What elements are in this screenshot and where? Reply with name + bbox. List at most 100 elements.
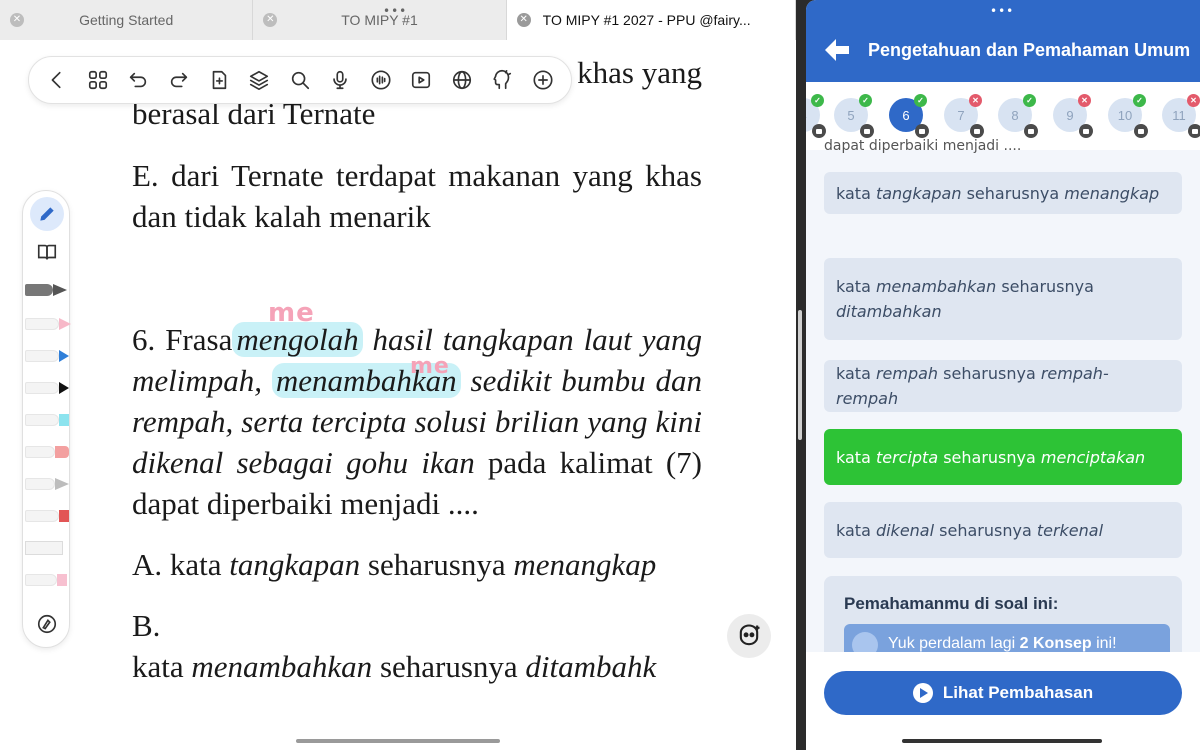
wrong-icon: ✕ [1187, 94, 1200, 107]
handwriting-annotation: me [410, 354, 450, 379]
option-text: seharusnya [938, 364, 1041, 383]
answer-option-a: A. kata tangkapan seharusnya menangkap [132, 544, 702, 585]
black-pen-tool[interactable] [23, 373, 71, 403]
microphone-icon[interactable] [327, 67, 353, 93]
option-text: seharusnya [996, 277, 1094, 296]
redo-icon[interactable] [166, 67, 192, 93]
question-number-button[interactable]: 5 ✓ [834, 94, 874, 138]
home-indicator[interactable] [296, 739, 500, 743]
answer-option[interactable]: kata dikenal seharusnya terkenal [824, 502, 1182, 558]
fountain-pen-tool[interactable] [23, 275, 71, 305]
handwriting-annotation: me [268, 298, 315, 328]
lock-icon [812, 124, 826, 138]
option-word: dikenal [875, 520, 935, 540]
tab-getting-started[interactable]: ✕ Getting Started [0, 0, 254, 40]
video-play-icon[interactable] [408, 67, 434, 93]
option-text: kata [836, 364, 876, 383]
question-number-button[interactable]: 8 ✓ [998, 94, 1038, 138]
quiz-header: ••• Pengetahuan dan Pemahaman Umum [806, 0, 1200, 82]
close-icon[interactable]: ✕ [516, 13, 531, 27]
answer-option[interactable]: kata rempah seharusnya rempah-rempah [824, 360, 1182, 412]
concept-text-part: Yuk perdalam lagi [888, 635, 1020, 652]
question-number: 7 [957, 107, 965, 123]
pen-toolbar [22, 190, 71, 648]
quiz-title: Pengetahuan dan Pemahaman Umum [868, 40, 1191, 60]
pdf-reader-pane: ✕ Getting Started ✕ TO MIPY #1 ✕ TO MIPY… [0, 0, 796, 750]
option-text: kata [836, 447, 876, 467]
pen-settings-icon[interactable] [23, 609, 71, 639]
question-number-button[interactable]: 4✓ [806, 94, 826, 138]
question-number-button[interactable]: 10 ✓ [1108, 94, 1148, 138]
view-explanation-button[interactable]: Lihat Pembahasan [824, 671, 1182, 715]
blue-pen-tool[interactable] [23, 341, 71, 371]
undo-icon[interactable] [125, 67, 151, 93]
tab-to-mipy[interactable]: ✕ TO MIPY #1 [253, 0, 507, 40]
pink-marker-tool[interactable] [23, 565, 71, 595]
concept-text-part: ini! [1091, 635, 1117, 652]
search-icon[interactable] [287, 67, 313, 93]
concept-text: Yuk perdalam lagi 2 Konsep ini! [888, 635, 1117, 653]
option-word: menambahkan [875, 277, 997, 296]
option-word: terkenal [1036, 520, 1104, 540]
quiz-app-pane: ••• Pengetahuan dan Pemahaman Umum 4✓ 5✓… [806, 0, 1200, 750]
check-icon: ✓ [811, 94, 824, 107]
question-number: 5 [847, 107, 855, 123]
understanding-title: Pemahamanmu di soal ini: [844, 594, 1059, 613]
multitask-menu-icon[interactable]: ••• [383, 4, 407, 18]
pink-pen-tool[interactable] [23, 309, 71, 339]
close-icon[interactable]: ✕ [263, 13, 278, 27]
question-number-button[interactable]: 9 ✕ [1053, 94, 1093, 138]
close-icon[interactable]: ✕ [10, 13, 24, 27]
option-text: seharusnya [360, 547, 514, 582]
question-number-button[interactable]: 6 ✓ [889, 94, 929, 138]
option-text: kata [836, 183, 876, 203]
globe-icon[interactable] [449, 67, 475, 93]
audio-wave-icon[interactable] [368, 67, 394, 93]
option-word: menangkap [1064, 183, 1160, 203]
split-view-handle[interactable] [798, 310, 802, 440]
pattern-brush-tool[interactable] [23, 469, 71, 499]
question-number-button[interactable]: 11 ✕ [1162, 94, 1200, 138]
chat-assistant-button[interactable] [727, 614, 771, 658]
tab-title: Getting Started [79, 12, 174, 28]
lock-icon [860, 124, 874, 138]
lock-icon [1188, 124, 1200, 138]
add-icon[interactable] [530, 67, 556, 93]
tab-title: TO MIPY #1 2027 - PPU @fairy... [542, 12, 751, 28]
ruler-tool[interactable] [23, 533, 71, 563]
check-icon: ✓ [1133, 94, 1146, 107]
grid-icon[interactable] [85, 67, 111, 93]
lock-icon [1079, 124, 1093, 138]
option-word: rempah [875, 364, 939, 383]
home-indicator[interactable] [902, 739, 1102, 743]
tab-to-mipy-2027[interactable]: ✕ TO MIPY #1 2027 - PPU @fairy... [506, 0, 796, 40]
check-icon: ✓ [1023, 94, 1036, 107]
cyan-highlighter-tool[interactable] [23, 405, 71, 435]
question-text: Frasa [165, 322, 233, 357]
option-word: menangkap [513, 547, 657, 582]
red-eraser-tool[interactable] [23, 501, 71, 531]
book-icon[interactable] [23, 237, 71, 267]
eraser-tool[interactable] [23, 437, 71, 467]
play-icon [912, 683, 933, 703]
back-icon[interactable] [44, 67, 70, 93]
multitask-menu-icon[interactable]: ••• [990, 4, 1014, 18]
question-number-button[interactable]: 7 ✕ [944, 94, 984, 138]
add-page-icon[interactable] [206, 67, 232, 93]
option-text: A. kata [132, 547, 230, 582]
ai-brain-icon[interactable] [489, 67, 515, 93]
pencil-icon[interactable] [23, 197, 71, 231]
option-text: seharusnya [934, 520, 1037, 540]
layers-icon[interactable] [246, 67, 272, 93]
question-number: 4 [806, 108, 807, 123]
question-number: 8 [1011, 107, 1019, 123]
answer-option-correct[interactable]: kata tercipta seharusnya menciptakan [824, 429, 1182, 485]
back-arrow-icon[interactable] [822, 36, 852, 64]
answer-option-b-label: B. [132, 608, 161, 643]
answer-option[interactable]: kata tangkapan seharusnya menangkap [824, 172, 1182, 214]
wrong-icon: ✕ [969, 94, 982, 107]
question-number: 6. [132, 322, 156, 357]
answer-option[interactable]: kata menambahkan seharusnya ditambahkan [824, 258, 1182, 340]
lock-icon [970, 124, 984, 138]
option-word: menciptakan [1040, 447, 1146, 467]
